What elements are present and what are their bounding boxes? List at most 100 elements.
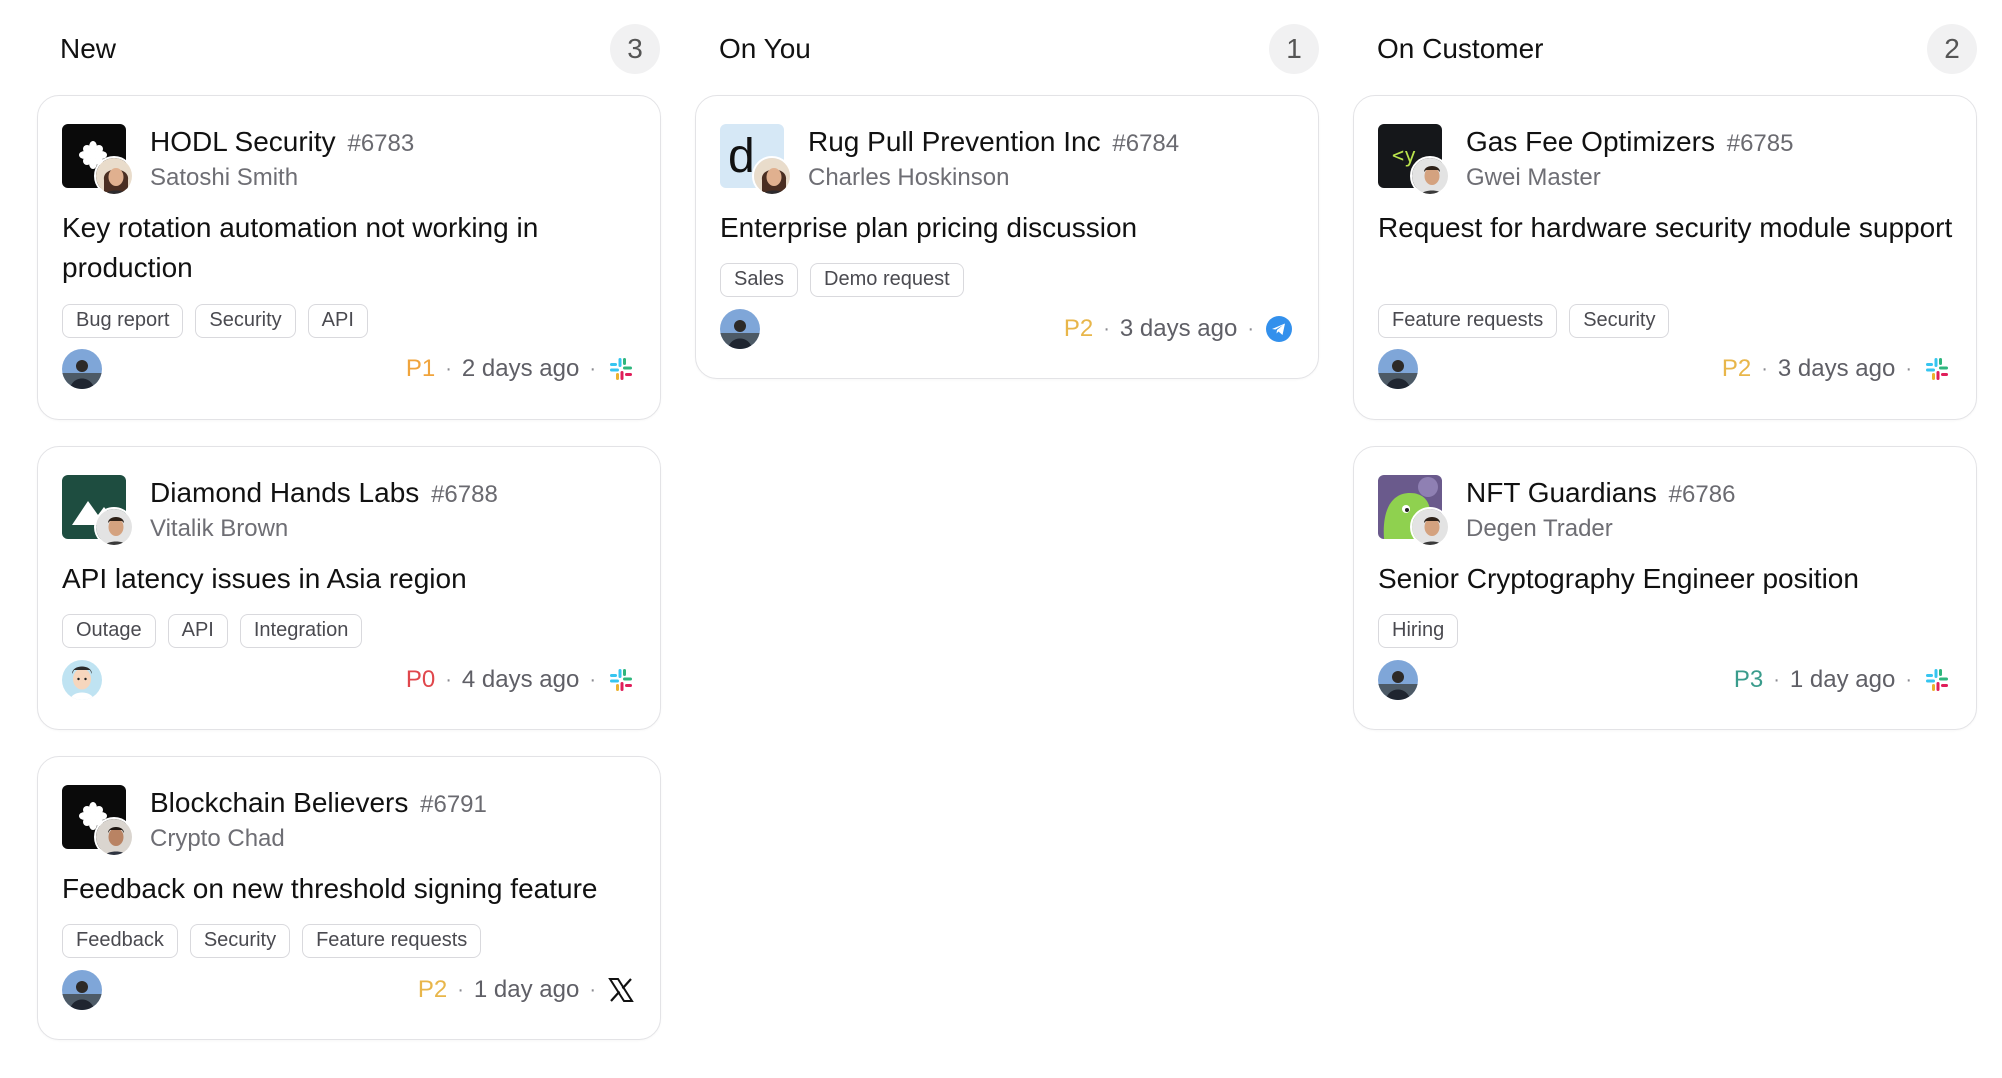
card-footer: P1 · 2 days ago · — [62, 349, 636, 389]
company-name: NFT Guardians — [1466, 477, 1657, 508]
ticket-age: 2 days ago — [461, 355, 580, 382]
tag[interactable]: API — [307, 304, 368, 338]
tag-list: Feature requests Security — [1378, 304, 1670, 338]
ticket-age: 3 days ago — [1119, 315, 1238, 342]
column-header-on-customer: On Customer 2 — [1377, 24, 1977, 74]
separator-dot: · — [1761, 357, 1768, 380]
ticket-subject: Senior Cryptography Engineer position — [1378, 563, 1859, 594]
tag[interactable]: Hiring — [1378, 614, 1459, 648]
man-avatar — [1410, 156, 1450, 196]
column-count-badge: 3 — [610, 24, 660, 74]
man-avatar — [94, 507, 134, 547]
slack-icon — [606, 665, 636, 695]
contact-name: Gwei Master — [1466, 164, 1601, 191]
separator-dot: · — [1905, 357, 1912, 380]
tag[interactable]: Security — [189, 924, 291, 958]
separator-dot: · — [589, 668, 596, 691]
man-avatar — [1410, 507, 1450, 547]
ticket-meta: P2 · 1 day ago · — [418, 975, 636, 1005]
company-logo — [1378, 475, 1450, 547]
ticket-meta: P0 · 4 days ago · — [406, 665, 636, 695]
assignee-avatar[interactable] — [1378, 660, 1418, 700]
tag[interactable]: Feature requests — [1378, 304, 1558, 338]
company-name: HODL Security — [150, 126, 336, 157]
tag[interactable]: Sales — [720, 263, 799, 297]
assignee-avatar[interactable] — [62, 970, 102, 1010]
column-header-on-you: On You 1 — [719, 24, 1319, 74]
ticket-card[interactable]: NFT Guardians #6786 Degen Trader Senior … — [1353, 446, 1977, 730]
company-line: Rug Pull Prevention Inc #6784 — [808, 126, 1179, 158]
tag[interactable]: Outage — [62, 614, 156, 648]
ticket-meta: P3 · 1 day ago · — [1734, 665, 1952, 695]
separator-dot: · — [445, 357, 452, 380]
tag-list: Sales Demo request — [720, 263, 964, 297]
separator-dot: · — [457, 978, 464, 1001]
contact-name: Charles Hoskinson — [808, 164, 1010, 191]
company-logo: <y — [1378, 124, 1450, 196]
woman-avatar — [752, 156, 792, 196]
ticket-card[interactable]: Diamond Hands Labs #6788 Vitalik Brown A… — [37, 446, 661, 730]
tag[interactable]: Feedback — [62, 924, 178, 958]
priority-label: P1 — [405, 355, 436, 382]
ticket-card[interactable]: d Rug Pull Prevention Inc #6784 Charles … — [695, 95, 1319, 379]
company-name: Blockchain Believers — [150, 787, 409, 818]
svg-text:<y: <y — [1392, 143, 1416, 167]
tag[interactable]: API — [167, 614, 228, 648]
contact-name: Crypto Chad — [150, 825, 285, 852]
x-icon — [606, 975, 636, 1005]
priority-label: P3 — [1733, 666, 1764, 693]
company-line: Blockchain Believers #6791 — [150, 787, 487, 819]
ticket-subject: Feedback on new threshold signing featur… — [62, 873, 598, 904]
priority-label: P2 — [1721, 355, 1752, 382]
ticket-id: #6791 — [420, 791, 487, 818]
company-logo — [62, 475, 134, 547]
priority-label: P0 — [405, 666, 436, 693]
company-logo: d — [720, 124, 792, 196]
svg-text:d: d — [728, 130, 755, 183]
ticket-subject: API latency issues in Asia region — [62, 563, 467, 594]
tag[interactable]: Integration — [239, 614, 363, 648]
tag[interactable]: Security — [1569, 304, 1670, 338]
ticket-id: #6788 — [431, 481, 498, 508]
tag[interactable]: Demo request — [810, 263, 964, 297]
ticket-subject: Enterprise plan pricing discussion — [720, 212, 1138, 243]
slack-icon — [1922, 665, 1952, 695]
priority-label: P2 — [1063, 315, 1094, 342]
ticket-board: New 3 On You 1 On Customer 2 HODL Securi… — [0, 0, 2002, 1078]
tag[interactable]: Security — [195, 304, 296, 338]
company-line: Gas Fee Optimizers #6785 — [1466, 126, 1793, 158]
slack-icon — [606, 354, 636, 384]
separator-dot: · — [1103, 317, 1110, 340]
ticket-subject: Request for hardware security module sup… — [1378, 212, 1953, 243]
ticket-id: #6786 — [1668, 481, 1736, 508]
contact-name: Satoshi Smith — [150, 164, 299, 191]
company-logo — [62, 124, 134, 196]
ticket-age: 1 day ago — [1789, 666, 1896, 693]
card-footer: P2 · 3 days ago · — [720, 309, 1294, 349]
telegram-icon — [1264, 314, 1294, 344]
card-footer: P2 · 1 day ago · — [62, 970, 636, 1010]
column-count-badge: 1 — [1269, 24, 1319, 74]
company-name: Rug Pull Prevention Inc — [808, 126, 1101, 157]
company-line: NFT Guardians #6786 — [1466, 477, 1735, 509]
separator-dot: · — [589, 978, 596, 1001]
ticket-subject: Key rotation automation not working in p… — [62, 212, 539, 283]
tag[interactable]: Bug report — [62, 304, 184, 338]
tag-list: Outage API Integration — [62, 614, 363, 648]
assignee-avatar[interactable] — [1378, 349, 1418, 389]
ticket-id: #6785 — [1726, 130, 1794, 157]
company-name: Gas Fee Optimizers — [1466, 126, 1715, 157]
ticket-meta: P1 · 2 days ago · — [406, 354, 636, 384]
column-header-new: New 3 — [60, 24, 660, 74]
ticket-card[interactable]: HODL Security #6783 Satoshi Smith Key ro… — [37, 95, 661, 420]
assignee-avatar[interactable] — [62, 349, 102, 389]
column-title: On Customer — [1377, 33, 1544, 64]
ticket-card[interactable]: Blockchain Believers #6791 Crypto Chad F… — [37, 756, 661, 1040]
tag[interactable]: Feature requests — [302, 924, 482, 958]
slack-icon — [1922, 354, 1952, 384]
assignee-avatar[interactable] — [62, 660, 102, 700]
separator-dot: · — [1247, 317, 1254, 340]
tag-list: Bug report Security API — [62, 304, 368, 338]
ticket-card[interactable]: <y Gas Fee Optimizers #6785 Gwei Master … — [1353, 95, 1977, 420]
assignee-avatar[interactable] — [720, 309, 760, 349]
